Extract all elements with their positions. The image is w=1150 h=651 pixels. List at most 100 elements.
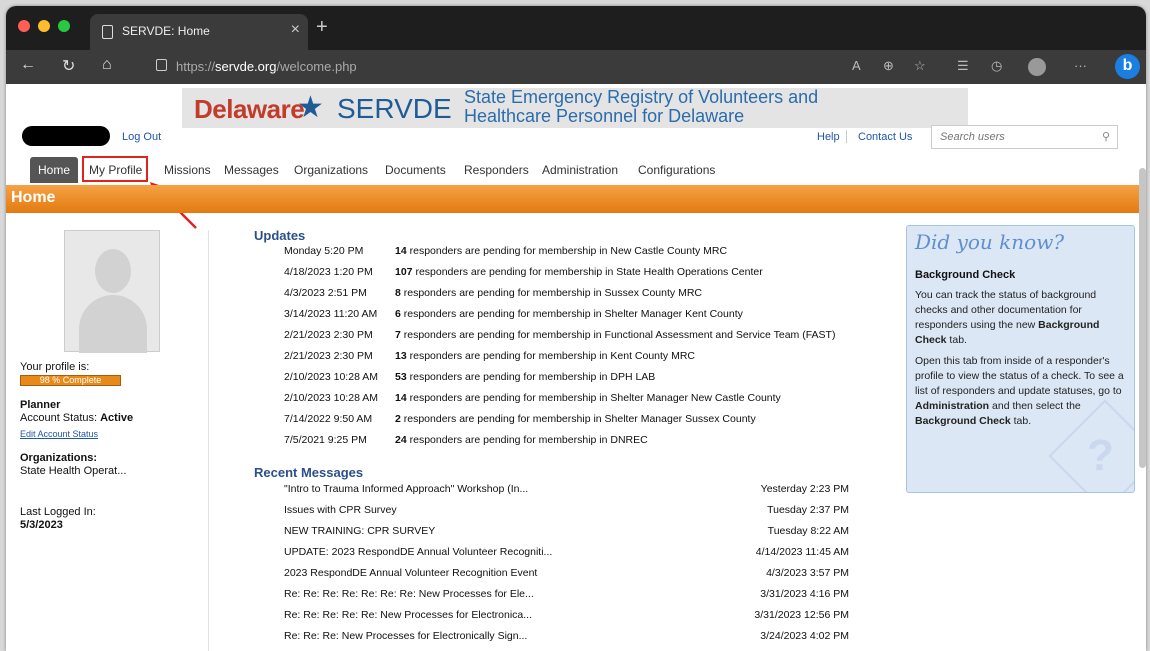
- tab-configurations[interactable]: Configurations: [638, 157, 715, 183]
- favorite-icon[interactable]: ☆: [914, 58, 926, 74]
- tab-home[interactable]: Home: [30, 157, 79, 183]
- update-time: 4/3/2023 2:51 PM: [284, 287, 367, 299]
- message-time: 3/31/2023 12:56 PM: [754, 609, 849, 621]
- tab-documents[interactable]: Documents: [385, 157, 446, 183]
- update-text[interactable]: 13 responders are pending for membership…: [395, 350, 695, 362]
- banner-subtitle-1: State Emergency Registry of Volunteers a…: [464, 87, 819, 107]
- page-scrollbar[interactable]: [1139, 168, 1146, 468]
- update-time: 2/21/2023 2:30 PM: [284, 329, 373, 341]
- url-field[interactable]: https://servde.org/welcome.php: [176, 59, 357, 74]
- avatar-body: [79, 295, 147, 353]
- organizations-value: State Health Operat...: [20, 465, 127, 477]
- updates-heading: Updates: [254, 228, 306, 243]
- banner-brand: SERVDE: [337, 93, 452, 124]
- message-time: Tuesday 8:22 AM: [767, 525, 849, 537]
- message-subject[interactable]: 2023 RespondDE Annual Volunteer Recognit…: [284, 567, 537, 579]
- annotation-highlight-box: [82, 156, 148, 182]
- update-time: 2/21/2023 2:30 PM: [284, 350, 373, 362]
- column-divider: [208, 230, 209, 651]
- profile-icon[interactable]: [1028, 58, 1046, 76]
- message-subject[interactable]: UPDATE: 2023 RespondDE Annual Volunteer …: [284, 546, 552, 558]
- did-you-know-panel: ? Did you know? Background Check You can…: [906, 225, 1135, 493]
- edit-account-status-link[interactable]: Edit Account Status: [20, 429, 98, 439]
- bing-icon[interactable]: b: [1115, 54, 1140, 79]
- update-time: Monday 5:20 PM: [284, 245, 364, 257]
- contact-link[interactable]: Contact Us: [858, 131, 912, 143]
- tab-administration[interactable]: Administration: [542, 157, 618, 183]
- history-icon[interactable]: ◷: [991, 58, 1002, 74]
- search-box: ⚲: [931, 125, 1118, 149]
- recent-messages-heading: Recent Messages: [254, 465, 364, 480]
- header-divider: [846, 130, 847, 143]
- new-tab-icon[interactable]: +: [316, 16, 328, 39]
- update-text[interactable]: 53 responders are pending for membership…: [395, 371, 655, 383]
- search-input[interactable]: [932, 126, 1092, 148]
- star-icon: ★: [297, 91, 324, 124]
- maximize-window-button[interactable]: [58, 20, 70, 32]
- tab-responders[interactable]: Responders: [464, 157, 529, 183]
- message-time: 4/14/2023 11:45 AM: [755, 546, 849, 558]
- lock-icon[interactable]: [156, 59, 167, 71]
- account-status: Account Status: Active: [20, 412, 134, 424]
- question-mark-icon: ?: [1087, 431, 1114, 480]
- logout-link[interactable]: Log Out: [122, 131, 161, 143]
- site-banner[interactable]: Delaware ★ SERVDE State Emergency Regist…: [182, 88, 968, 128]
- more-icon[interactable]: ···: [1074, 58, 1087, 73]
- page-title: Home: [11, 189, 56, 206]
- back-icon[interactable]: ←: [20, 56, 36, 74]
- minimize-window-button[interactable]: [38, 20, 50, 32]
- tab-organizations[interactable]: Organizations: [294, 157, 368, 183]
- update-time: 4/18/2023 1:20 PM: [284, 266, 373, 278]
- favorites-icon[interactable]: ☰: [957, 58, 969, 74]
- page-title-bar: Home: [6, 185, 1146, 213]
- did-you-know-title: Did you know?: [915, 230, 1065, 254]
- zoom-icon[interactable]: ⊕: [883, 58, 894, 74]
- update-text[interactable]: 24 responders are pending for membership…: [395, 434, 648, 446]
- close-icon[interactable]: ×: [291, 21, 300, 39]
- update-time: 7/5/2021 9:25 PM: [284, 434, 367, 446]
- message-subject[interactable]: "Intro to Trauma Informed Approach" Work…: [284, 483, 528, 495]
- message-subject[interactable]: Re: Re: Re: Re: Re: Re: Re: New Processe…: [284, 588, 534, 600]
- browser-tab[interactable]: SERVDE: Home ×: [90, 14, 308, 50]
- message-time: 4/3/2023 3:57 PM: [766, 567, 849, 579]
- help-link[interactable]: Help: [817, 131, 840, 143]
- update-time: 7/14/2022 9:50 AM: [284, 413, 373, 425]
- avatar-head: [95, 249, 131, 293]
- update-text[interactable]: 14 responders are pending for membership…: [395, 392, 781, 404]
- message-subject[interactable]: Issues with CPR Survey: [284, 504, 397, 516]
- did-you-know-heading: Background Check: [915, 269, 1016, 281]
- update-text[interactable]: 7 responders are pending for membership …: [395, 329, 835, 341]
- browser-window: SERVDE: Home × + ← ↻ ⌂ https://servde.or…: [6, 6, 1146, 651]
- message-subject[interactable]: Re: Re: Re: Re: Re: New Processes for El…: [284, 609, 532, 621]
- update-time: 3/14/2023 11:20 AM: [284, 308, 378, 320]
- banner-state: Delaware: [194, 94, 305, 124]
- message-subject[interactable]: NEW TRAINING: CPR SURVEY: [284, 525, 435, 537]
- page-content: Delaware ★ SERVDE State Emergency Regist…: [6, 84, 1146, 651]
- close-window-button[interactable]: [18, 20, 30, 32]
- did-you-know-paragraph-2: Open this tab from inside of a responder…: [915, 355, 1124, 427]
- address-bar: ← ↻ ⌂ https://servde.org/welcome.php A ⊕…: [6, 50, 1146, 84]
- organizations-label: Organizations:: [20, 452, 98, 464]
- update-text[interactable]: 14 responders are pending for membership…: [395, 245, 727, 257]
- reload-icon[interactable]: ↻: [62, 56, 75, 76]
- message-time: Tuesday 2:37 PM: [767, 504, 849, 516]
- profile-photo[interactable]: [64, 230, 160, 353]
- search-icon[interactable]: ⚲: [1102, 130, 1110, 143]
- profile-progress-bar: 98 % Complete: [20, 375, 121, 386]
- did-you-know-paragraph-1: You can track the status of background c…: [915, 289, 1100, 346]
- message-time: Yesterday 2:23 PM: [760, 483, 849, 495]
- profile-label: Your profile is:: [20, 361, 90, 373]
- home-icon[interactable]: ⌂: [102, 56, 112, 74]
- update-time: 2/10/2023 10:28 AM: [284, 371, 378, 383]
- redacted-username: [22, 126, 110, 146]
- message-subject[interactable]: Re: Re: Re: New Processes for Electronic…: [284, 630, 527, 642]
- update-text[interactable]: 107 responders are pending for membershi…: [395, 266, 763, 278]
- last-logged-label: Last Logged In:: [20, 506, 96, 518]
- update-time: 2/10/2023 10:28 AM: [284, 392, 378, 404]
- read-aloud-icon[interactable]: A: [852, 58, 861, 73]
- message-time: 3/24/2023 4:02 PM: [760, 630, 849, 642]
- update-text[interactable]: 6 responders are pending for membership …: [395, 308, 743, 320]
- update-text[interactable]: 8 responders are pending for membership …: [395, 287, 702, 299]
- tab-messages[interactable]: Messages: [224, 157, 279, 183]
- update-text[interactable]: 2 responders are pending for membership …: [395, 413, 756, 425]
